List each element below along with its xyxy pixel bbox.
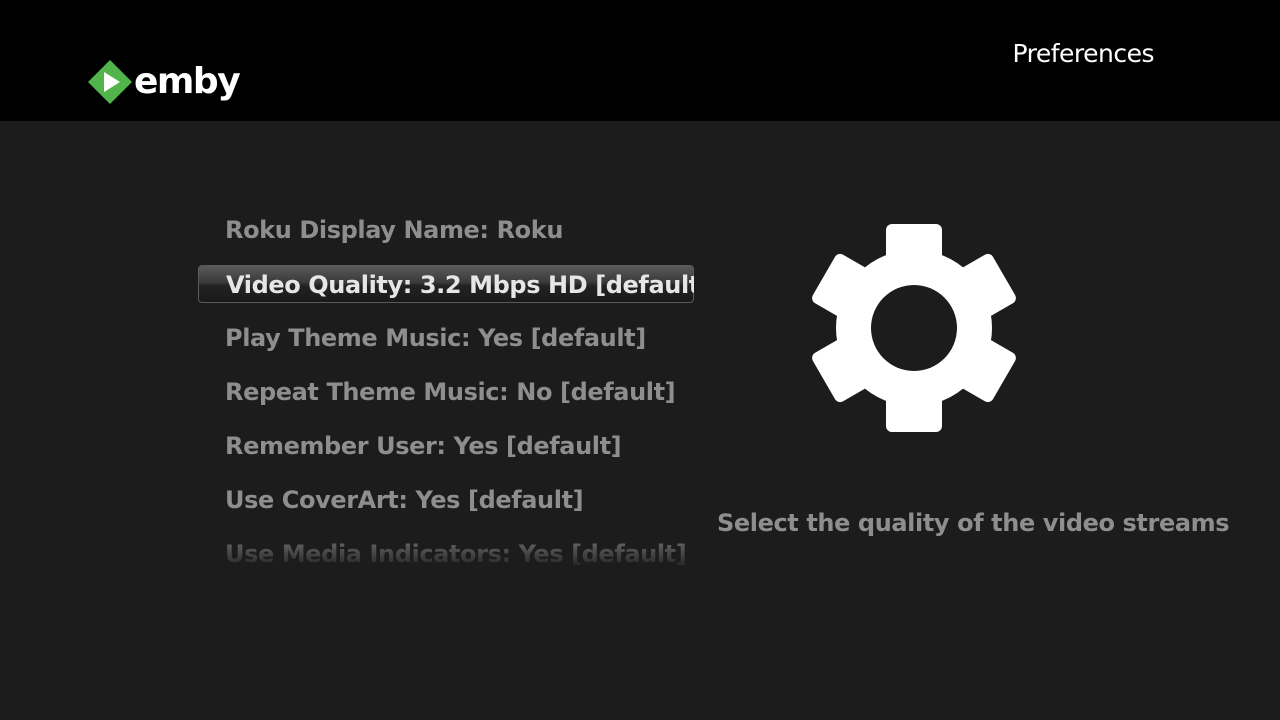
menu-item-display-name[interactable]: Roku Display Name: Roku xyxy=(198,211,694,249)
preferences-menu: Roku Display Name: Roku Video Quality: 3… xyxy=(198,204,694,566)
menu-item-video-quality[interactable]: Video Quality: 3.2 Mbps HD [default] xyxy=(198,265,694,303)
screen-title: Preferences xyxy=(1012,39,1154,68)
emby-logo-icon xyxy=(88,60,132,104)
gear-icon xyxy=(812,224,1016,432)
menu-item-repeat-theme-music[interactable]: Repeat Theme Music: No [default] xyxy=(198,373,694,411)
menu-item-remember-user[interactable]: Remember User: Yes [default] xyxy=(198,427,694,465)
menu-item-play-theme-music[interactable]: Play Theme Music: Yes [default] xyxy=(198,319,694,357)
top-bar: emby Preferences xyxy=(0,0,1280,121)
logo-wordmark: emby xyxy=(134,61,241,102)
setting-description: Select the quality of the video streams xyxy=(717,509,1230,537)
menu-item-use-coverart[interactable]: Use CoverArt: Yes [default] xyxy=(198,481,694,519)
emby-logo: emby xyxy=(86,58,241,106)
menu-item-use-media-indicators[interactable]: Use Media Indicators: Yes [default] xyxy=(198,535,694,566)
